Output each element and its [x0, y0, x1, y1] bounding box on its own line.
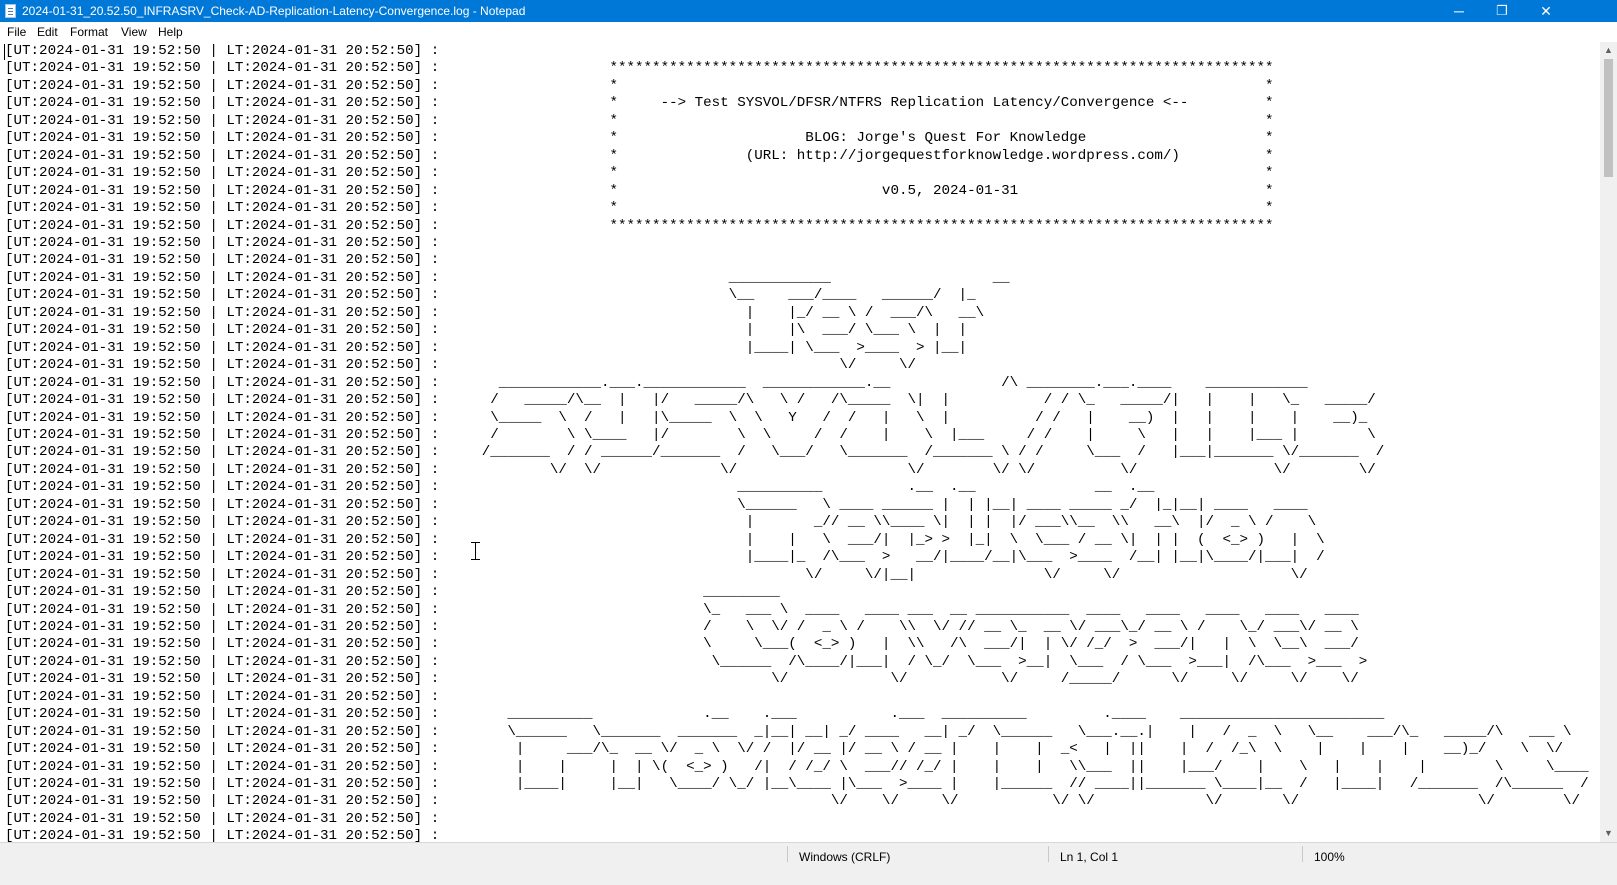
- text-editor[interactable]: [UT:2024-01-31 19:52:50 | LT:2024-01-31 …: [0, 42, 1600, 842]
- line-ending-status: Windows (CRLF): [799, 850, 891, 864]
- vertical-scrollbar[interactable]: ▲ ▼: [1600, 42, 1617, 842]
- maximize-button[interactable]: ❐: [1479, 0, 1525, 22]
- minimize-button[interactable]: ─: [1436, 0, 1482, 22]
- status-separator: [1048, 846, 1049, 862]
- menu-bar: File Edit Format View Help: [0, 22, 1617, 42]
- menu-view[interactable]: View: [121, 25, 147, 39]
- status-separator: [787, 846, 788, 862]
- ibeam-cursor-icon: [471, 542, 480, 560]
- text-caret: [4, 44, 5, 60]
- status-bar: Windows (CRLF) Ln 1, Col 1 100%: [0, 842, 1617, 885]
- scroll-thumb[interactable]: [1604, 59, 1613, 177]
- close-button[interactable]: ✕: [1523, 0, 1569, 22]
- menu-help[interactable]: Help: [158, 25, 183, 39]
- status-divider: [0, 842, 1617, 843]
- scroll-up-arrow-icon[interactable]: ▲: [1600, 42, 1617, 59]
- menu-edit[interactable]: Edit: [37, 25, 58, 39]
- document-text[interactable]: [UT:2024-01-31 19:52:50 | LT:2024-01-31 …: [5, 43, 1589, 842]
- cursor-position-status: Ln 1, Col 1: [1060, 850, 1119, 864]
- menu-format[interactable]: Format: [70, 25, 108, 39]
- status-separator: [1302, 846, 1303, 862]
- menu-file[interactable]: File: [7, 25, 26, 39]
- notepad-icon: [5, 4, 16, 18]
- scroll-down-arrow-icon[interactable]: ▼: [1600, 825, 1617, 842]
- window-title: 2024-01-31_20.52.50_INFRASRV_Check-AD-Re…: [22, 4, 526, 18]
- zoom-status: 100%: [1314, 850, 1345, 864]
- title-bar[interactable]: 2024-01-31_20.52.50_INFRASRV_Check-AD-Re…: [0, 0, 1617, 22]
